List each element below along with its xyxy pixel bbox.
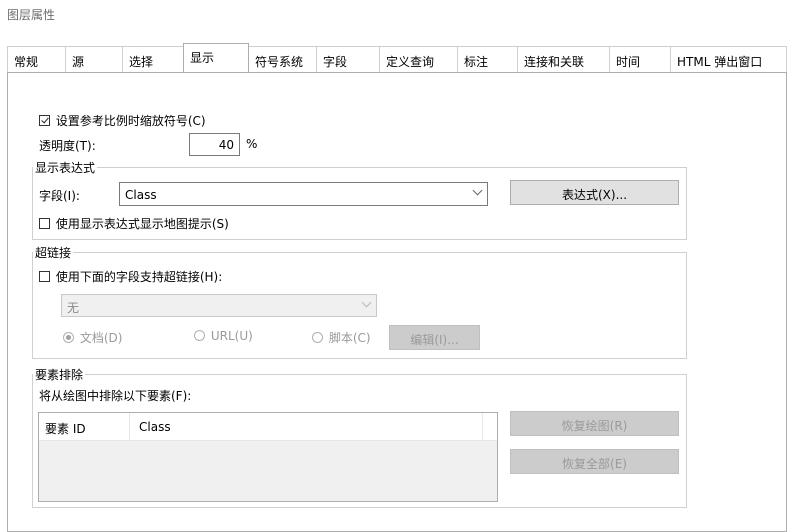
hyperlink-field-value: 无 bbox=[67, 301, 80, 315]
radio-url-option[interactable]: URL(U) bbox=[194, 329, 253, 343]
transparency-label: 透明度(T): bbox=[39, 139, 96, 153]
radio-script-option[interactable]: 脚本(C) bbox=[312, 329, 371, 346]
hyperlink-support-label: 使用下面的字段支持超链接(H): bbox=[55, 270, 223, 284]
hyperlink-support-option[interactable]: 使用下面的字段支持超链接(H): bbox=[39, 268, 222, 285]
transparency-input[interactable]: 40 bbox=[189, 133, 240, 156]
column-header-class[interactable]: Class bbox=[139, 420, 171, 434]
hyperlink-support-checkbox[interactable] bbox=[39, 271, 50, 282]
tab-strip: 常规 源 选择 符号系统 字段 定义查询 标注 连接和关联 时间 HTML 弹出… bbox=[7, 43, 787, 73]
radio-document-option[interactable]: 文档(D) bbox=[63, 329, 122, 346]
tab-joins-relates[interactable]: 连接和关联 bbox=[517, 46, 610, 72]
tab-general[interactable]: 常规 bbox=[7, 46, 66, 72]
tab-symbology[interactable]: 符号系统 bbox=[248, 46, 317, 72]
map-tips-checkbox[interactable] bbox=[39, 218, 50, 229]
tab-fields[interactable]: 字段 bbox=[316, 46, 380, 72]
expression-field-value: Class bbox=[125, 188, 157, 202]
tab-source[interactable]: 源 bbox=[65, 46, 123, 72]
tab-display[interactable]: 显示 bbox=[183, 43, 249, 73]
scale-symbols-label: 设置参考比例时缩放符号(C) bbox=[55, 114, 206, 128]
list-header: 要素 ID Class bbox=[39, 413, 497, 441]
column-divider bbox=[129, 413, 130, 440]
excluded-features-list[interactable]: 要素 ID Class bbox=[38, 412, 498, 502]
restore-all-button[interactable]: 恢复全部(E) bbox=[510, 449, 679, 474]
transparency-unit: % bbox=[246, 137, 258, 151]
radio-document-label: 文档(D) bbox=[79, 331, 123, 345]
tab-definition-query[interactable]: 定义查询 bbox=[379, 46, 458, 72]
expression-button[interactable]: 表达式(X)... bbox=[510, 180, 679, 205]
radio-url[interactable] bbox=[194, 330, 205, 341]
feature-exclusion-description: 将从绘图中排除以下要素(F): bbox=[39, 389, 192, 403]
radio-url-label: URL(U) bbox=[210, 329, 253, 343]
edit-button[interactable]: 编辑(I)... bbox=[389, 325, 480, 350]
display-expression-group-label: 显示表达式 bbox=[33, 159, 98, 176]
field-label: 字段(I): bbox=[39, 189, 80, 203]
radio-script-label: 脚本(C) bbox=[328, 331, 371, 345]
radio-script[interactable] bbox=[312, 332, 323, 343]
scale-symbols-option[interactable]: 设置参考比例时缩放符号(C) bbox=[39, 112, 206, 129]
tab-selection[interactable]: 选择 bbox=[122, 46, 184, 72]
expression-field-dropdown[interactable]: Class bbox=[119, 182, 488, 206]
hyperlinks-group-label: 超链接 bbox=[33, 244, 74, 261]
tab-labels[interactable]: 标注 bbox=[457, 46, 518, 72]
map-tips-option[interactable]: 使用显示表达式显示地图提示(S) bbox=[39, 215, 229, 232]
tab-html-popup[interactable]: HTML 弹出窗口 bbox=[670, 46, 787, 72]
column-divider bbox=[482, 413, 483, 440]
scale-symbols-checkbox[interactable] bbox=[39, 115, 50, 126]
restore-drawing-button[interactable]: 恢复绘图(R) bbox=[510, 411, 679, 436]
tab-time[interactable]: 时间 bbox=[609, 46, 671, 72]
radio-document[interactable] bbox=[63, 332, 74, 343]
map-tips-label: 使用显示表达式显示地图提示(S) bbox=[55, 217, 229, 231]
column-header-feature-id[interactable]: 要素 ID bbox=[45, 420, 86, 437]
feature-exclusion-group-label: 要素排除 bbox=[33, 366, 86, 383]
chevron-down-icon bbox=[361, 297, 372, 308]
window-title: 图层属性 bbox=[7, 8, 56, 22]
chevron-down-icon bbox=[472, 185, 483, 196]
hyperlink-field-dropdown[interactable]: 无 bbox=[61, 294, 377, 317]
